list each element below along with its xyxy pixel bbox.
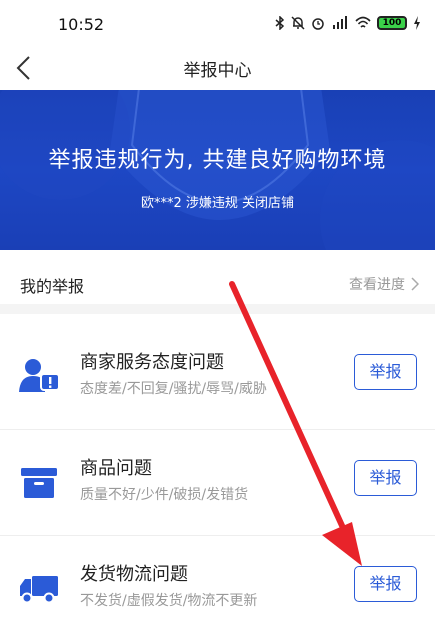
battery-level: 100 bbox=[382, 18, 402, 28]
page-title: 举报中心 bbox=[183, 61, 252, 81]
category-desc: 质量不好/少件/破损/发错货 bbox=[80, 487, 249, 503]
chevron-right-icon bbox=[411, 277, 419, 291]
report-button[interactable]: 举报 bbox=[354, 354, 417, 390]
list-item: 商家服务态度问题 态度差/不回复/骚扰/辱骂/威胁 举报 bbox=[0, 324, 435, 430]
mute-icon bbox=[291, 16, 305, 30]
category-desc: 不发货/虚假发货/物流不更新 bbox=[80, 593, 258, 609]
list-item: 发货物流问题 不发货/虚假发货/物流不更新 举报 bbox=[0, 536, 435, 642]
report-button[interactable]: 举报 bbox=[354, 566, 417, 602]
report-button[interactable]: 举报 bbox=[354, 460, 417, 496]
user-alert-icon bbox=[19, 359, 60, 392]
status-time: 10:52 bbox=[58, 15, 105, 34]
my-report-label: 我的举报 bbox=[20, 277, 85, 296]
category-title: 商家服务态度问题 bbox=[80, 352, 224, 373]
hd-signal-icon bbox=[333, 16, 347, 29]
wifi-icon bbox=[355, 16, 371, 28]
box-icon bbox=[21, 468, 57, 498]
my-report-row[interactable]: 我的举报 查看进度 bbox=[0, 252, 435, 314]
alarm-icon bbox=[312, 18, 324, 30]
truck-icon bbox=[20, 576, 58, 604]
status-bar: 10:52 100 bbox=[0, 0, 435, 46]
status-icons: 100 bbox=[275, 16, 421, 30]
bluetooth-icon bbox=[275, 16, 285, 30]
battery-icon: 100 bbox=[377, 16, 407, 30]
banner-title: 举报违规行为, 共建良好购物环境 bbox=[48, 148, 387, 173]
category-desc: 态度差/不回复/骚扰/辱骂/威胁 bbox=[80, 381, 267, 397]
view-progress-link[interactable]: 查看进度 bbox=[349, 274, 419, 294]
charging-icon bbox=[414, 16, 420, 30]
category-title: 发货物流问题 bbox=[80, 564, 188, 585]
list-item: 商品问题 质量不好/少件/破损/发错货 举报 bbox=[0, 430, 435, 536]
category-title: 商品问题 bbox=[80, 458, 152, 479]
view-progress-label: 查看进度 bbox=[349, 277, 405, 293]
banner-subtitle: 欧***2 涉嫌违规 关闭店铺 bbox=[140, 196, 295, 211]
nav-bar: 举报中心 bbox=[0, 46, 435, 90]
hero-banner: 举报违规行为, 共建良好购物环境 欧***2 涉嫌违规 关闭店铺 bbox=[0, 90, 435, 250]
report-category-list: 商家服务态度问题 态度差/不回复/骚扰/辱骂/威胁 举报 商品问题 质量不好/少… bbox=[0, 324, 435, 642]
